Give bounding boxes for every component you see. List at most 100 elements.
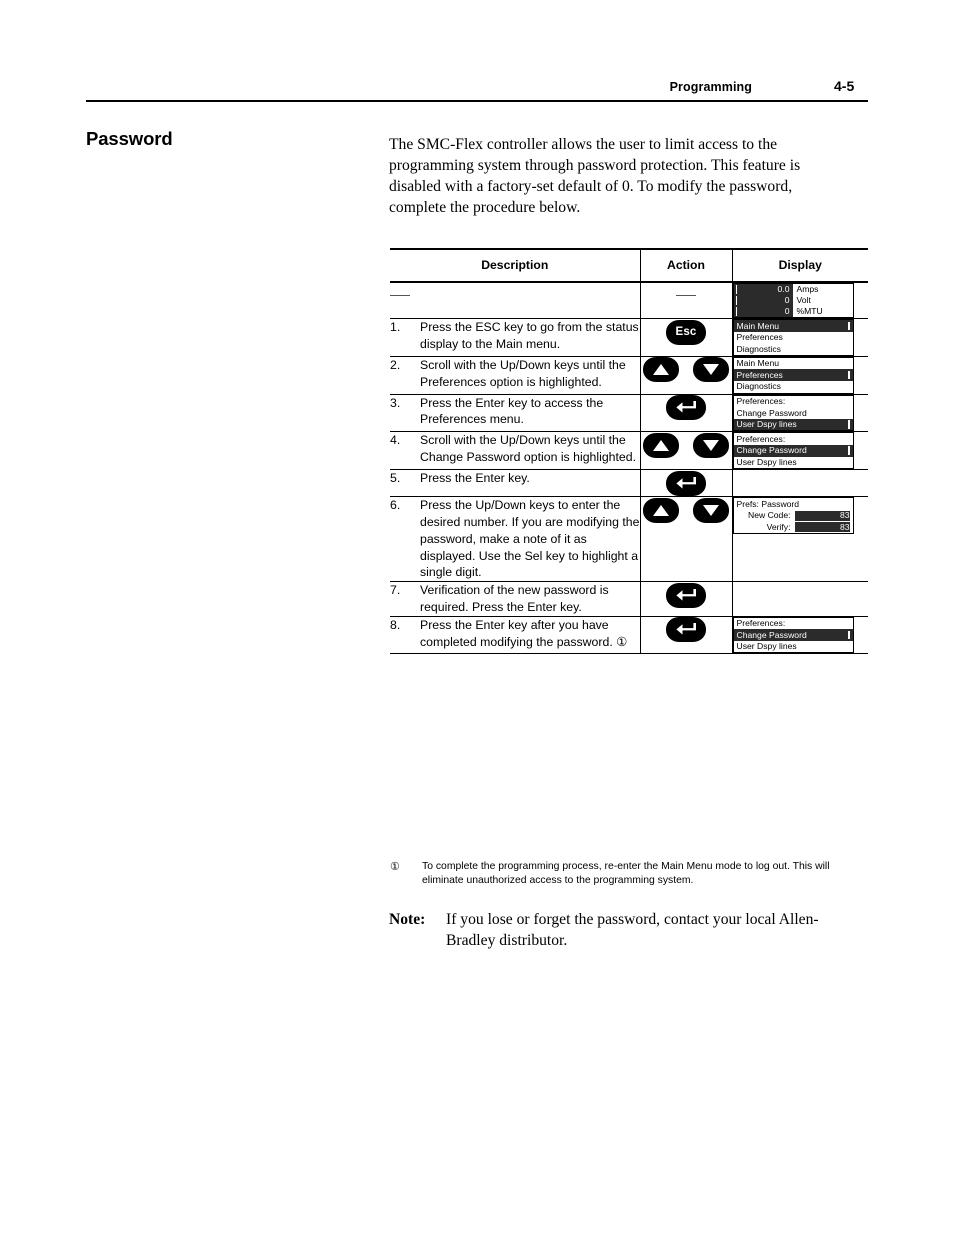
menu-display: Preferences: Change Password User Dspy lin… (732, 394, 854, 432)
step-text: Press the Enter key after you have compl… (420, 617, 628, 649)
step-text: Verification of the new password is requ… (420, 583, 609, 614)
cell-display: Preferences: Change Password User Dspy lin… (731, 616, 868, 655)
menu-line: User Dspy lines (736, 457, 797, 468)
cell-display: Preferences: Change Password User Dspy lin… (731, 431, 868, 471)
note-text: If you lose or forget the password, cont… (446, 911, 819, 950)
column-header-display: Display (731, 248, 868, 283)
return-arrow-icon (676, 623, 696, 635)
step: 6. Press the Up/Down keys to enter the de… (390, 497, 640, 581)
esc-key-icon[interactable]: Esc (666, 319, 706, 345)
step-number: 1. (390, 320, 401, 334)
enter-key-icon[interactable] (666, 582, 706, 608)
menu-line: Change Password (736, 407, 807, 418)
up-arrow-key-icon[interactable] (643, 497, 679, 523)
up-arrow-key-icon[interactable] (643, 357, 679, 383)
cell-description: 4. Scroll with the Up/Down keys until the… (390, 431, 640, 471)
procedure-table: Description Action Display 0.0 Amps 0 Volt 0… (390, 248, 868, 655)
cell-action (639, 431, 732, 471)
cell-description (390, 282, 640, 319)
cell-action (639, 581, 732, 617)
cell-action (639, 496, 732, 583)
note-label: Note: (389, 911, 426, 928)
step-text: Scroll with the Up/Down keys until the C… (420, 433, 637, 465)
return-arrow-icon (676, 401, 696, 413)
password-field-value: 83 (794, 522, 852, 533)
intro-paragraph: The SMC-Flex controller allows the user … (389, 135, 801, 217)
down-arrow-key-icon[interactable] (693, 432, 729, 458)
menu-line: Preferences: (736, 433, 786, 444)
down-arrow-key-icon[interactable] (693, 357, 729, 383)
cell-display: 0.0 Amps 0 Volt 0 %MTU (731, 282, 868, 319)
table-row: 8. Press the Enter key after you have com… (390, 616, 868, 655)
cell-display: Main Menu Preferences Diagnostics (731, 356, 868, 395)
menu-display: Preferences: Change Password User Dspy lin… (732, 432, 854, 470)
menu-line-highlighted: User Dspy lines (733, 418, 853, 431)
table-row: 6. Press the Up/Down keys to enter the de… (390, 496, 868, 583)
password-field-label: Verify: (766, 521, 791, 532)
password-field-label: New Code: (747, 510, 791, 521)
column-header-action: Action (639, 248, 732, 283)
table-row: 4. Scroll with the Up/Down keys until the… (390, 431, 868, 471)
cell-display: Prefs: Password New Code: 83 Verify: 83 (731, 496, 868, 583)
key-group (641, 432, 732, 458)
step: 3. Press the Enter key to access the Pref… (390, 395, 640, 429)
step-number: 2. (390, 357, 401, 372)
status-display-row: 0.0 Amps (733, 284, 853, 295)
enter-key-icon[interactable] (666, 395, 706, 421)
menu-line: Diagnostics (736, 381, 781, 392)
status-display: 0.0 Amps 0 Volt 0 %MTU (732, 283, 854, 318)
step-number: 7. (390, 583, 401, 598)
up-arrow-key-icon[interactable] (643, 432, 679, 458)
triangle-up-icon (653, 364, 669, 376)
menu-line: Diagnostics (736, 343, 781, 354)
cell-description: 8. Press the Enter key after you have com… (390, 616, 640, 655)
menu-line: Preferences: (736, 396, 786, 407)
step: 1. Press the ESC key to go from the statu… (390, 319, 640, 353)
cell-description: 1. Press the ESC key to go from the statu… (390, 318, 640, 357)
menu-line-highlighted: Main Menu (733, 320, 853, 332)
table-row: 2. Scroll with the Up/Down keys until the… (390, 356, 868, 395)
triangle-down-icon (703, 504, 719, 516)
cell-action (639, 394, 732, 433)
step: 4. Scroll with the Up/Down keys until the… (390, 432, 640, 466)
enter-key-icon[interactable] (666, 470, 706, 496)
cell-display: Preferences: Change Password User Dspy lin… (731, 394, 868, 433)
dash-icon (676, 295, 696, 297)
menu-display: Main Menu Preferences Diagnostics (732, 319, 854, 356)
header-section-label: Programming (669, 80, 752, 94)
password-display-field-row: Verify: 83 (734, 521, 853, 533)
cell-description: 5. Press the Enter key. (390, 469, 640, 498)
status-unit: Amps (796, 284, 819, 295)
step-number: 4. (390, 433, 401, 448)
status-value: 0.0 (733, 284, 793, 295)
footnote: ① To complete the programming process, r… (390, 860, 868, 888)
menu-line-highlighted: Preferences (733, 369, 853, 381)
step-text: Press the Enter key to access the Prefer… (420, 395, 604, 427)
cell-description: 3. Press the Enter key to access the Pref… (390, 394, 640, 433)
down-arrow-key-icon[interactable] (693, 497, 729, 523)
table-row: 5. Press the Enter key. (390, 469, 868, 498)
step: 2. Scroll with the Up/Down keys until the… (390, 357, 640, 391)
password-display: Prefs: Password New Code: 83 Verify: 83 (732, 497, 854, 534)
step: 8. Press the Enter key after you have com… (390, 617, 640, 651)
page-header-row: Programming 4-5 (86, 78, 868, 100)
key-group (641, 617, 732, 643)
enter-key-icon[interactable] (666, 617, 706, 643)
cell-display: Main Menu Preferences Diagnostics (731, 318, 868, 357)
header-rule (86, 100, 868, 102)
key-group (641, 497, 732, 523)
table-header: Description Action Display (390, 248, 868, 283)
cell-display (731, 581, 868, 617)
menu-line-highlighted: Change Password (733, 444, 853, 457)
page-number: 4-5 (834, 78, 855, 94)
cell-action (639, 356, 732, 395)
cell-description: 6. Press the Up/Down keys to enter the de… (390, 496, 640, 583)
step-number: 5. (390, 471, 401, 486)
cell-display (731, 469, 868, 498)
column-header-description: Description (390, 248, 640, 283)
key-group (641, 470, 732, 496)
dash-icon (390, 295, 410, 297)
step-text: Scroll with the Up/Down keys until the P… (420, 357, 626, 389)
password-display-title: Prefs: Password (736, 498, 800, 509)
table-row: 1. Press the ESC key to go from the statu… (390, 318, 868, 357)
